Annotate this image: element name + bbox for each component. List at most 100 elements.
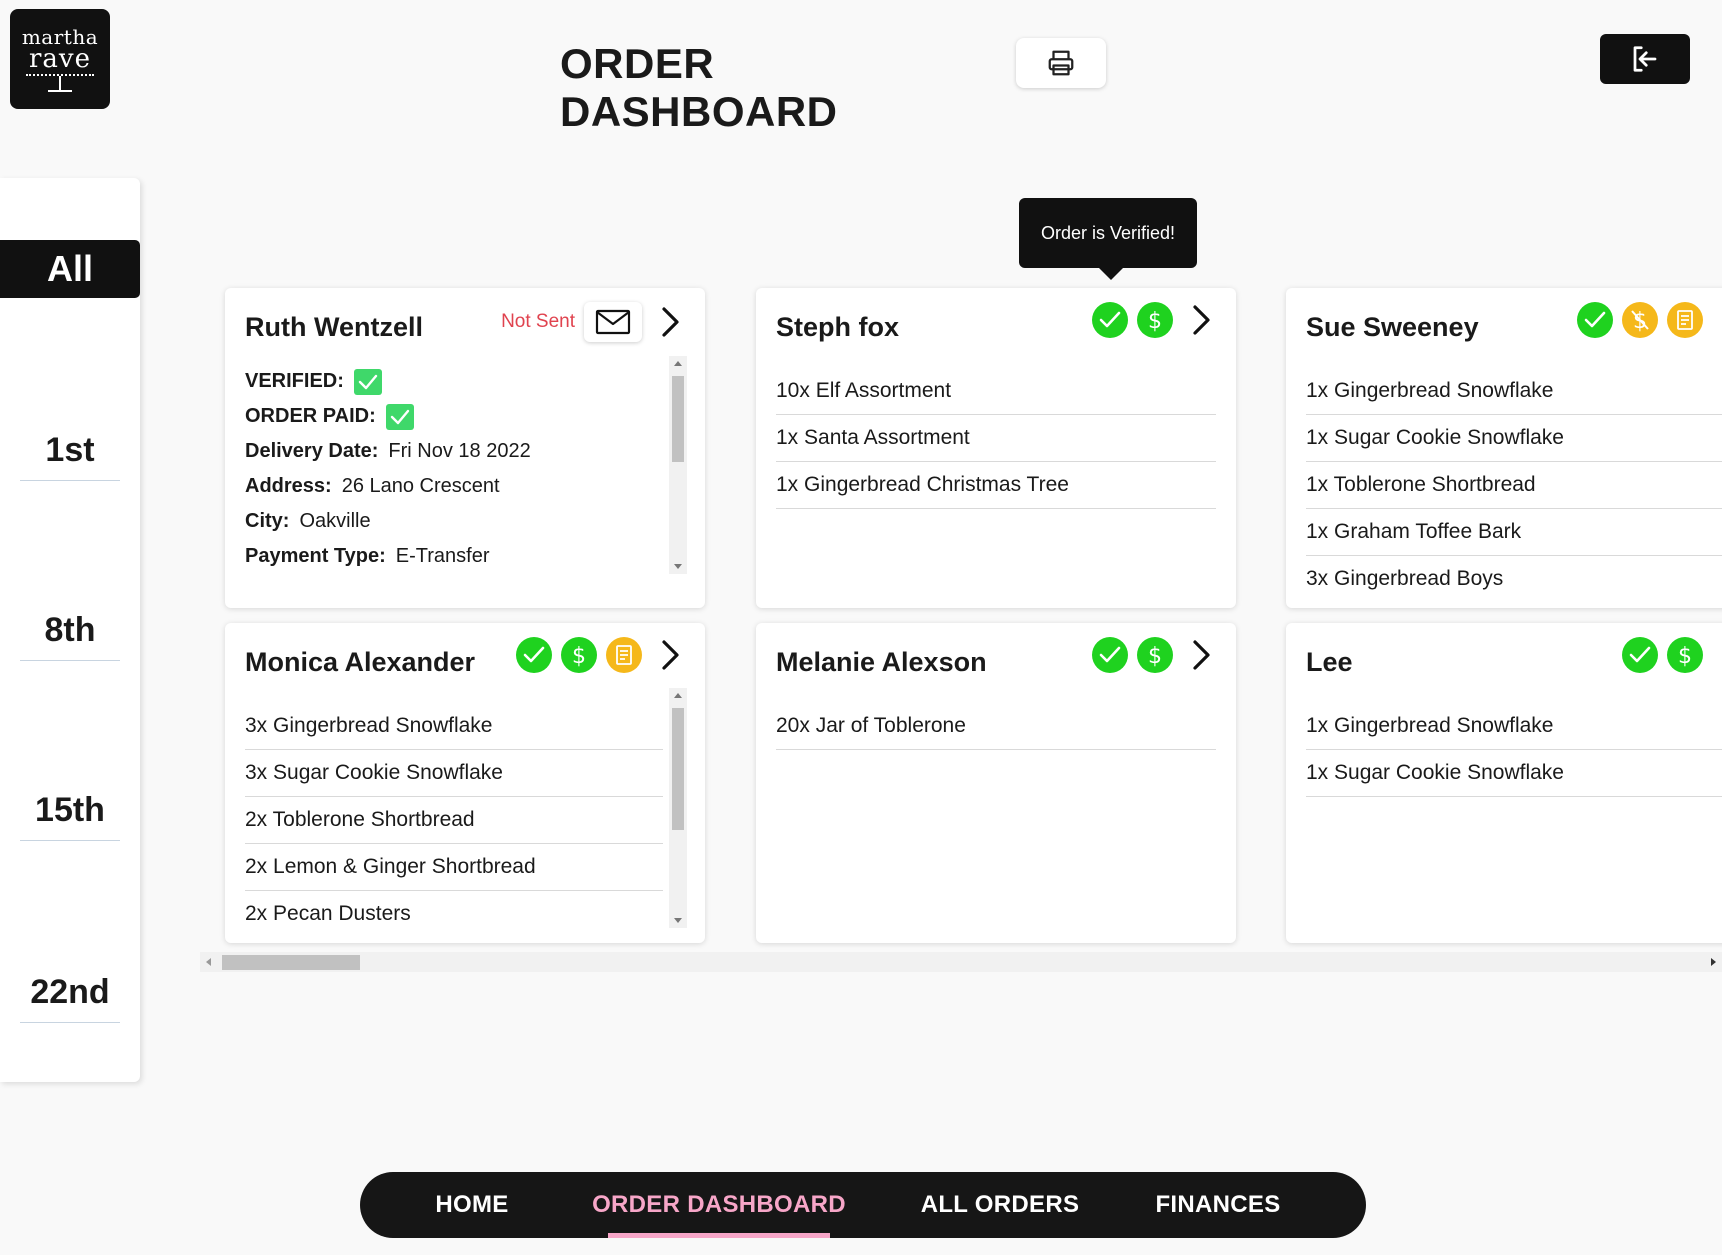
order-items-list: 1x Gingerbread Snowflake 1x Sugar Cookie… — [1306, 368, 1722, 602]
list-item: 2x Pecan Dusters — [245, 902, 411, 925]
dollar-crossed-icon: $ — [1631, 309, 1649, 333]
verified-checkbox[interactable] — [353, 368, 382, 395]
sidebar-item-15th[interactable]: 15th — [20, 780, 120, 841]
scroll-down-arrow[interactable] — [674, 564, 682, 569]
sidebar-item-all[interactable]: All — [0, 240, 140, 298]
open-order-button[interactable] — [655, 637, 685, 673]
check-icon — [358, 374, 378, 389]
sidebar-item-1st[interactable]: 1st — [20, 420, 120, 481]
receipt-status-icon[interactable] — [606, 637, 642, 673]
svg-text:$: $ — [1678, 644, 1692, 668]
logout-button[interactable] — [1600, 34, 1690, 84]
cards-horizontal-scrollbar[interactable] — [200, 952, 1722, 972]
list-item: 1x Gingerbread Christmas Tree — [776, 462, 1216, 509]
check-icon — [1099, 311, 1121, 328]
print-button[interactable] — [1016, 38, 1106, 88]
address-value: 26 Lano Crescent — [341, 475, 500, 497]
open-order-button[interactable] — [655, 304, 685, 340]
verified-row: VERIFIED: — [245, 364, 665, 399]
verified-status-icon[interactable] — [1092, 302, 1128, 338]
order-items-list: 3x Gingerbread Snowflake 3x Sugar Cookie… — [245, 703, 663, 937]
card-status-icons: Not Sent — [501, 302, 685, 342]
check-icon — [1584, 311, 1606, 328]
page-title: ORDER DASHBOARD — [560, 40, 838, 135]
check-icon — [523, 646, 545, 663]
customer-name: Ruth Wentzell — [245, 312, 423, 342]
receipt-icon — [616, 645, 632, 665]
printer-icon — [1048, 50, 1074, 76]
scroll-right-arrow[interactable] — [1711, 958, 1716, 966]
active-nav-indicator — [608, 1233, 830, 1238]
customer-name: Steph fox — [776, 312, 900, 342]
paid-status-icon[interactable]: $ — [561, 637, 597, 673]
items-scrollbar[interactable] — [669, 688, 687, 928]
chevron-right-icon — [1193, 640, 1210, 670]
verified-status-icon[interactable] — [1577, 302, 1613, 338]
city-value: Oakville — [299, 510, 371, 532]
customer-name: Lee — [1306, 647, 1353, 677]
svg-text:$: $ — [1148, 309, 1162, 333]
receipt-status-icon[interactable] — [1667, 302, 1703, 338]
order-card-steph-fox: Steph fox $ 10x Elf Assortment 1x Santa … — [756, 288, 1236, 608]
nav-all-orders[interactable]: ALL ORDERS — [920, 1172, 1080, 1238]
scroll-thumb[interactable] — [672, 376, 684, 462]
address-label: Address: — [245, 475, 332, 497]
paid-status-icon[interactable]: $ — [1137, 637, 1173, 673]
scroll-up-arrow[interactable] — [674, 693, 682, 698]
card-status-icons: $ — [1622, 637, 1722, 673]
chevron-right-icon — [1193, 305, 1210, 335]
customer-name: Monica Alexander — [245, 647, 476, 677]
list-item: 1x Santa Assortment — [776, 415, 1216, 462]
open-order-button[interactable] — [1186, 302, 1216, 338]
payment-type-label: Payment Type: — [245, 545, 386, 567]
order-paid-checkbox[interactable] — [385, 403, 414, 430]
order-paid-row: ORDER PAID: — [245, 399, 665, 434]
check-icon — [1099, 646, 1121, 663]
scroll-down-arrow[interactable] — [674, 918, 682, 923]
check-icon — [390, 409, 409, 424]
order-card-lee: Lee $ 1x Gingerbread Snowflake 1x Sugar … — [1286, 623, 1722, 943]
order-card-monica-alexander: Monica Alexander $ 3x Gingerbread Snowfl… — [225, 623, 705, 943]
list-item: 1x Toblerone Shortbread — [1306, 462, 1722, 509]
open-order-button[interactable] — [1716, 302, 1722, 338]
list-item: 3x Gingerbread Boys — [1306, 567, 1504, 590]
dollar-icon: $ — [1678, 644, 1692, 668]
verified-status-icon[interactable] — [1092, 637, 1128, 673]
card-status-icons: $ — [1092, 302, 1216, 338]
list-item: 3x Sugar Cookie Snowflake — [245, 750, 663, 797]
order-paid-label: ORDER PAID: — [245, 405, 376, 427]
verified-status-icon[interactable] — [1622, 637, 1658, 673]
card-status-icons: $ — [1092, 637, 1216, 673]
logout-icon — [1633, 46, 1657, 72]
list-item: 1x Graham Toffee Bark — [1306, 509, 1722, 556]
address-row: Address: 26 Lano Crescent — [245, 469, 665, 504]
details-scrollbar[interactable] — [669, 356, 687, 574]
list-item: 1x Gingerbread Snowflake — [1306, 368, 1722, 415]
open-order-button[interactable] — [1186, 637, 1216, 673]
list-item: 1x Sugar Cookie Snowflake — [1306, 750, 1722, 797]
unpaid-status-icon[interactable]: $ — [1622, 302, 1658, 338]
list-item: 20x Jar of Toblerone — [776, 703, 1216, 750]
verified-tooltip: Order is Verified! — [1019, 198, 1197, 280]
scroll-left-arrow[interactable] — [206, 958, 211, 966]
nav-home[interactable]: HOME — [420, 1172, 524, 1238]
scroll-thumb[interactable] — [672, 708, 684, 830]
paid-status-icon[interactable]: $ — [1137, 302, 1173, 338]
order-items-list: 10x Elf Assortment 1x Santa Assortment 1… — [776, 368, 1216, 509]
cake-stand-base — [48, 89, 72, 92]
sidebar-item-22nd[interactable]: 22nd — [20, 962, 120, 1023]
delivery-date-row: Delivery Date: Fri Nov 18 2022 — [245, 434, 665, 469]
verified-status-icon[interactable] — [516, 637, 552, 673]
scroll-thumb[interactable] — [222, 955, 360, 970]
dollar-icon: $ — [572, 644, 586, 668]
nav-finances[interactable]: FINANCES — [1155, 1172, 1280, 1238]
list-item: 1x Gingerbread Snowflake — [1306, 703, 1722, 750]
sidebar-item-8th[interactable]: 8th — [20, 600, 120, 661]
cake-stand-stem — [59, 75, 61, 90]
nav-order-dashboard[interactable]: ORDER DASHBOARD — [592, 1172, 846, 1238]
open-order-button[interactable] — [1716, 637, 1722, 673]
paid-status-icon[interactable]: $ — [1667, 637, 1703, 673]
scroll-up-arrow[interactable] — [674, 361, 682, 366]
card-status-icons: $ — [1577, 302, 1722, 338]
send-email-button[interactable] — [584, 302, 642, 342]
